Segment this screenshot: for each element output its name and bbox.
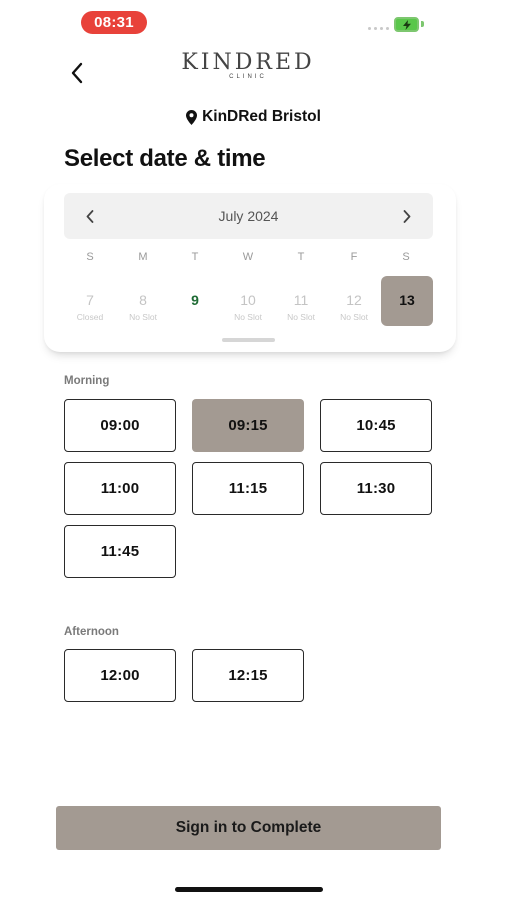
weekday-label: F bbox=[350, 251, 358, 263]
calendar-day-available[interactable]: 9 bbox=[169, 276, 221, 326]
back-button[interactable] bbox=[62, 58, 92, 88]
day-status: No Slot bbox=[129, 312, 157, 322]
morning-section-label: Morning bbox=[64, 375, 110, 387]
weekday-label: S bbox=[402, 251, 410, 263]
chevron-left-icon bbox=[86, 209, 94, 223]
day-number: 9 bbox=[191, 292, 199, 308]
weekday-label: T bbox=[191, 251, 199, 263]
time-slot-button-selected[interactable]: 09:15 bbox=[192, 399, 304, 452]
time-slot-button[interactable]: 12:00 bbox=[64, 649, 176, 702]
time-slot-button[interactable]: 11:45 bbox=[64, 525, 176, 578]
logo-subtext: CLINIC bbox=[229, 74, 267, 80]
battery-charging-icon bbox=[394, 17, 419, 32]
time-slot-button[interactable]: 12:15 bbox=[192, 649, 304, 702]
prev-month-button[interactable] bbox=[78, 204, 102, 228]
time-slot-button[interactable]: 10:45 bbox=[320, 399, 432, 452]
day-number: 13 bbox=[399, 292, 415, 308]
time-slot-button[interactable]: 11:15 bbox=[192, 462, 304, 515]
calendar-day-selected[interactable]: 13 bbox=[381, 276, 433, 326]
clinic-location: KinDRed Bristol bbox=[0, 108, 507, 126]
signal-icon bbox=[368, 27, 389, 30]
next-month-button[interactable] bbox=[395, 204, 419, 228]
chevron-right-icon bbox=[403, 209, 411, 223]
time-slot-button[interactable]: 09:00 bbox=[64, 399, 176, 452]
time-slot-button[interactable]: 11:00 bbox=[64, 462, 176, 515]
day-number: 10 bbox=[240, 292, 256, 308]
weekday-label: T bbox=[297, 251, 305, 263]
home-indicator bbox=[175, 887, 323, 892]
logo-wordmark: KINDRED bbox=[181, 50, 315, 75]
weekday-label: M bbox=[138, 251, 148, 263]
calendar-day: 8 No Slot bbox=[117, 276, 169, 326]
day-number: 7 bbox=[86, 292, 94, 308]
weekday-label: S bbox=[86, 251, 94, 263]
calendar-day: 10 No Slot bbox=[222, 276, 274, 326]
location-name: KinDRed Bristol bbox=[202, 108, 321, 125]
calendar-day: 7 Closed bbox=[64, 276, 116, 326]
chevron-left-icon bbox=[71, 62, 83, 84]
month-navigator: July 2024 bbox=[64, 193, 433, 239]
day-number: 12 bbox=[346, 292, 362, 308]
month-label: July 2024 bbox=[218, 208, 279, 224]
status-time: 08:31 bbox=[81, 11, 147, 34]
day-status: Closed bbox=[76, 312, 104, 322]
battery-cap bbox=[421, 21, 424, 27]
day-number: 8 bbox=[139, 292, 147, 308]
day-status: No Slot bbox=[234, 312, 262, 322]
weekday-label: W bbox=[242, 251, 254, 263]
calendar-day: 12 No Slot bbox=[328, 276, 380, 326]
clinic-logo: KINDRED CLINIC bbox=[148, 50, 348, 80]
day-number: 11 bbox=[293, 292, 309, 308]
afternoon-section-label: Afternoon bbox=[64, 626, 119, 638]
day-status: No Slot bbox=[287, 312, 315, 322]
sign-in-to-complete-button[interactable]: Sign in to Complete bbox=[56, 806, 441, 850]
calendar-expand-handle[interactable] bbox=[222, 338, 275, 342]
calendar-day: 11 No Slot bbox=[275, 276, 327, 326]
day-status: No Slot bbox=[340, 312, 368, 322]
time-slot-button[interactable]: 11:30 bbox=[320, 462, 432, 515]
page-title: Select date & time bbox=[64, 145, 266, 172]
map-pin-icon bbox=[186, 109, 198, 125]
